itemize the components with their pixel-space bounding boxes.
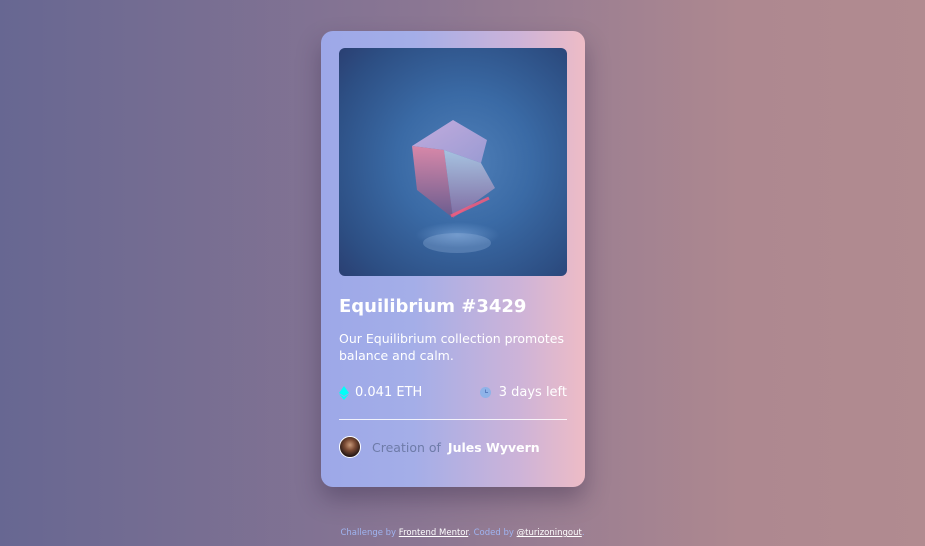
nft-description: Our Equilibrium collection promotes bala…	[339, 331, 564, 363]
coded-by-text: Coded by	[473, 528, 514, 538]
price-value: 0.041 ETH	[355, 385, 423, 400]
nft-title[interactable]: Equilibrium #3429	[339, 296, 526, 317]
time-left: 3 days left	[498, 385, 567, 400]
divider	[339, 419, 567, 420]
time-info: 3 days left	[479, 385, 567, 400]
nft-card: Equilibrium #3429 Our Equilibrium collec…	[321, 31, 585, 487]
avatar	[339, 436, 361, 458]
author-link[interactable]: @turizoningout	[517, 528, 582, 538]
ethereum-icon	[339, 385, 349, 400]
frontend-mentor-link[interactable]: Frontend Mentor	[399, 528, 468, 538]
creator-name-link[interactable]: Jules Wyvern	[448, 440, 540, 455]
price-info: 0.041 ETH	[339, 385, 422, 400]
creator-info: Creation of Jules Wyvern	[339, 436, 540, 458]
challenge-text: Challenge by	[340, 528, 397, 538]
attribution-footer: Challenge by Frontend Mentor. Coded by @…	[340, 528, 585, 538]
clock-icon	[479, 387, 491, 398]
nft-image[interactable]	[339, 48, 567, 276]
creator-prefix: Creation of	[372, 439, 441, 455]
